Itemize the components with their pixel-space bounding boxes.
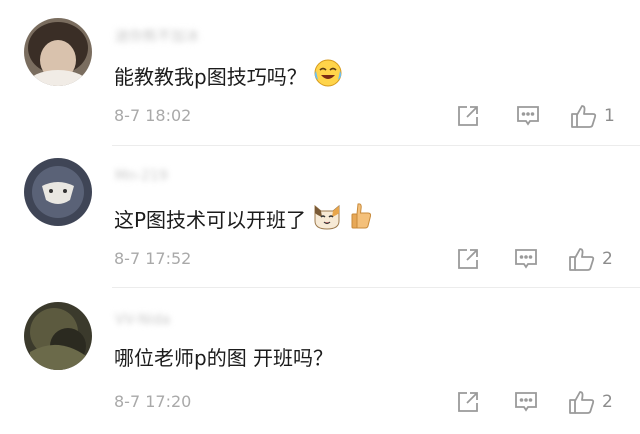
comment-text-content: 这P图技术可以开班了 bbox=[114, 207, 307, 232]
timestamp: 8-7 18:02 bbox=[114, 106, 192, 125]
avatar-image bbox=[24, 158, 92, 226]
avatar-image bbox=[24, 302, 92, 370]
comment-item: Mn-219 这P图技术可以开班了 8-7 17:52 2 bbox=[0, 146, 640, 287]
cat-face-emoji bbox=[312, 201, 342, 238]
share-button[interactable] bbox=[455, 246, 481, 272]
comment-text: 能教教我p图技巧吗？ bbox=[114, 58, 343, 95]
like-count: 2 bbox=[602, 249, 613, 269]
avatar[interactable] bbox=[24, 158, 92, 226]
comment-item: VV-Nida 哪位老师p的图 开班吗？ 8-7 17:20 2 bbox=[0, 288, 640, 434]
username[interactable]: Mn-219 bbox=[115, 168, 168, 186]
comment-text: 哪位老师p的图 开班吗？ bbox=[114, 344, 333, 372]
thumbs-up-icon bbox=[569, 391, 595, 414]
like-count: 2 bbox=[602, 392, 613, 412]
comment-actions: 2 bbox=[455, 389, 625, 415]
share-button[interactable] bbox=[455, 389, 481, 415]
share-icon bbox=[458, 249, 478, 269]
reply-button[interactable] bbox=[513, 246, 539, 272]
share-icon bbox=[458, 392, 478, 412]
like-button[interactable]: 2 bbox=[568, 246, 613, 272]
avatar[interactable] bbox=[24, 302, 92, 370]
comment-icon bbox=[515, 249, 537, 269]
like-button[interactable]: 1 bbox=[570, 103, 615, 129]
share-button[interactable] bbox=[455, 103, 481, 129]
comment-actions: 1 bbox=[455, 103, 625, 129]
laughing-crying-emoji bbox=[313, 58, 343, 95]
share-icon bbox=[458, 106, 478, 126]
comment-item: 迷你熊不加冰 能教教我p图技巧吗？ 8-7 18:02 1 bbox=[0, 0, 640, 145]
avatar[interactable] bbox=[24, 18, 92, 86]
username[interactable]: VV-Nida bbox=[115, 312, 170, 330]
comment-text-content: 哪位老师p的图 开班吗？ bbox=[114, 346, 334, 370]
timestamp: 8-7 17:20 bbox=[114, 392, 192, 411]
comment-list: 迷你熊不加冰 能教教我p图技巧吗？ 8-7 18:02 1 Mn-219 这P图… bbox=[0, 0, 640, 434]
comment-text: 这P图技术可以开班了 bbox=[114, 201, 374, 238]
comment-icon bbox=[515, 392, 537, 412]
avatar-image bbox=[24, 18, 92, 86]
username[interactable]: 迷你熊不加冰 bbox=[115, 26, 199, 45]
reply-button[interactable] bbox=[515, 103, 541, 129]
comment-actions: 2 bbox=[455, 246, 625, 272]
thumbs-up-emoji bbox=[348, 201, 374, 238]
reply-button[interactable] bbox=[513, 389, 539, 415]
thumbs-up-icon bbox=[571, 105, 597, 128]
thumbs-up-icon bbox=[569, 248, 595, 271]
timestamp: 8-7 17:52 bbox=[114, 249, 192, 268]
comment-text-content: 能教教我p图技巧吗？ bbox=[114, 64, 307, 89]
like-count: 1 bbox=[604, 106, 615, 126]
like-button[interactable]: 2 bbox=[568, 389, 613, 415]
comment-icon bbox=[517, 106, 539, 126]
